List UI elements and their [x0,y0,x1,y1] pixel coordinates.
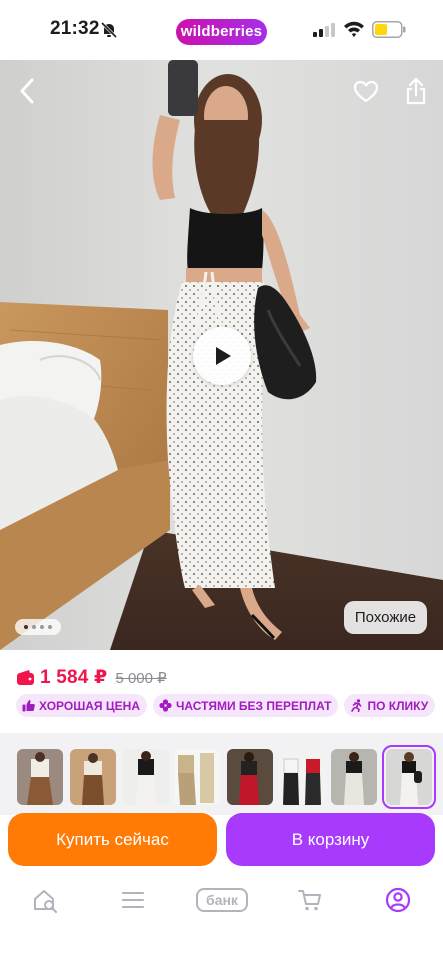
similar-button[interactable]: Похожие [344,601,427,634]
status-time: 21:32 [50,18,100,39]
wallet-icon [17,669,34,685]
tab-cart[interactable] [290,885,330,915]
installments-badge[interactable]: ЧАСТЯМИ БЕЗ ПЕРЕПЛАТ [153,694,339,717]
price-row: 1 584 ₽ 5 000 ₽ [17,665,167,689]
page-dot [48,625,52,629]
old-price: 5 000 ₽ [115,670,167,687]
back-button[interactable] [10,74,44,108]
thumbnail[interactable] [17,749,63,805]
thumbnail[interactable] [279,749,325,805]
page-dot [24,625,28,629]
thumbnail[interactable] [331,749,377,805]
thumbnail-image [386,749,432,805]
thumbnail-strip[interactable] [0,733,443,815]
thumbnail-selected[interactable] [382,745,436,809]
wifi-icon [344,21,364,37]
brand-logo: wildberries [176,19,267,45]
bell-off-icon [100,21,118,39]
thumbnail-image [174,749,220,805]
status-bar: 21:32 wildberries [0,0,443,60]
page-dot [40,625,44,629]
cart-icon [298,890,321,911]
tab-bank[interactable]: банк [195,885,249,915]
bank-label: банк [196,888,248,912]
play-video-button[interactable] [193,327,251,385]
thumbnail[interactable] [174,749,220,805]
tab-catalog[interactable] [113,885,153,915]
play-icon [216,347,231,365]
add-to-cart-button[interactable]: В корзину [226,813,435,866]
bottom-tab-bar: банк [0,872,443,960]
runner-icon [351,699,362,712]
profile-icon [385,887,411,913]
favorite-button[interactable] [349,74,383,108]
badge-label: ХОРОШАЯ ЦЕНА [39,698,140,713]
share-icon [406,77,426,105]
current-price: 1 584 ₽ [40,666,108,688]
chevron-left-icon [20,78,34,104]
product-gallery[interactable]: Похожие [0,60,443,650]
thumbs-up-icon [22,700,35,712]
badge-label: ЧАСТЯМИ БЕЗ ПЕРЕПЛАТ [176,698,332,713]
thumbnail-image [123,749,169,805]
tab-home[interactable] [25,885,65,915]
home-search-icon [34,890,57,913]
battery-icon [372,21,406,38]
thumbnail[interactable] [123,749,169,805]
buy-now-button[interactable]: Купить сейчас [8,813,217,866]
page-dot [32,625,36,629]
badge-row: ХОРОШАЯ ЦЕНА ЧАСТЯМИ БЕЗ ПЕРЕПЛАТ ПО КЛИ… [16,694,436,717]
cell-signal-icon [313,23,335,37]
thumbnail[interactable] [227,749,273,805]
thumbnail-image [227,749,273,805]
gallery-page-indicator [15,619,61,635]
thumbnail-image [331,749,377,805]
thumbnail-image [279,749,325,805]
tab-profile[interactable] [378,885,418,915]
share-button[interactable] [399,73,433,109]
menu-icon [122,892,144,908]
thumbnail-image [70,749,116,805]
thumbnail[interactable] [70,749,116,805]
heart-icon [353,80,379,102]
thumbnail-image [17,749,63,805]
one-click-badge[interactable]: ПО КЛИКУ [344,694,436,717]
badge-label: ПО КЛИКУ [367,698,429,713]
clover-icon [159,699,172,712]
good-price-badge[interactable]: ХОРОШАЯ ЦЕНА [16,694,147,717]
